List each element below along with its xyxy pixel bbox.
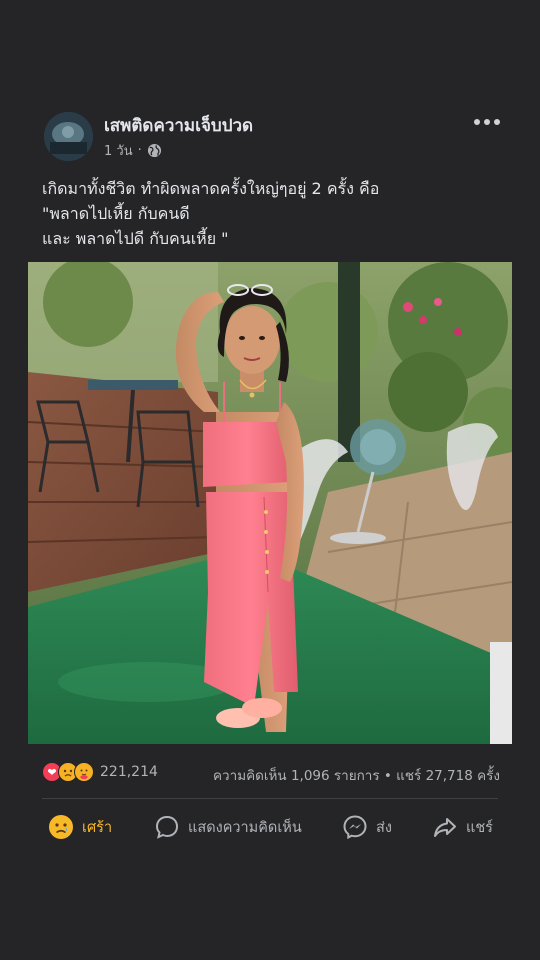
reaction-summary[interactable]: ❤ 221,214 — [42, 762, 158, 782]
post-caption: เกิดมาทั้งชีวิต ทำผิดพลาดครั้งใหญ่ๆอยู่ … — [42, 176, 502, 251]
divider — [42, 798, 498, 799]
author-name[interactable]: เสพติดความเจ็บปวด — [104, 112, 253, 139]
caption-line: เกิดมาทั้งชีวิต ทำผิดพลาดครั้งใหญ่ๆอยู่ … — [42, 179, 380, 198]
care-reaction-icon — [74, 762, 94, 782]
react-button[interactable]: เศร้า — [48, 814, 112, 840]
reaction-count: 221,214 — [100, 764, 158, 780]
send-button[interactable]: ส่ง — [342, 814, 392, 840]
comment-label: แสดงความคิดเห็น — [188, 819, 302, 836]
post-meta: 1 วัน · — [104, 140, 162, 161]
post-time[interactable]: 1 วัน — [104, 140, 133, 161]
share-label: แชร์ — [466, 819, 493, 836]
send-label: ส่ง — [376, 819, 392, 836]
author-avatar[interactable] — [44, 112, 93, 161]
more-dots-icon[interactable] — [474, 116, 500, 128]
post-card: เสพติดความเจ็บปวด 1 วัน · เกิดมาทั้งชีวิ… — [28, 96, 512, 856]
post-photo[interactable] — [28, 262, 512, 744]
meta-separator: · — [137, 143, 142, 158]
react-label: เศร้า — [82, 819, 113, 836]
messenger-icon — [343, 815, 367, 840]
sad-face-icon — [49, 815, 73, 839]
caption-line: "พลาดไปเหี้ย กับคนดี — [42, 204, 190, 223]
share-icon — [434, 818, 456, 837]
post-stats[interactable]: ความคิดเห็น 1,096 รายการ • แชร์ 27,718 ค… — [213, 764, 500, 786]
comment-icon — [155, 815, 179, 839]
share-button[interactable]: แชร์ — [432, 814, 493, 840]
caption-line: และ พลาดไปดี กับคนเหี้ย " — [42, 229, 229, 248]
comment-button[interactable]: แสดงความคิดเห็น — [154, 814, 302, 840]
globe-icon — [147, 143, 161, 158]
action-bar: เศร้า แสดงความคิดเห็น ส่ง แชร์ — [28, 808, 512, 846]
